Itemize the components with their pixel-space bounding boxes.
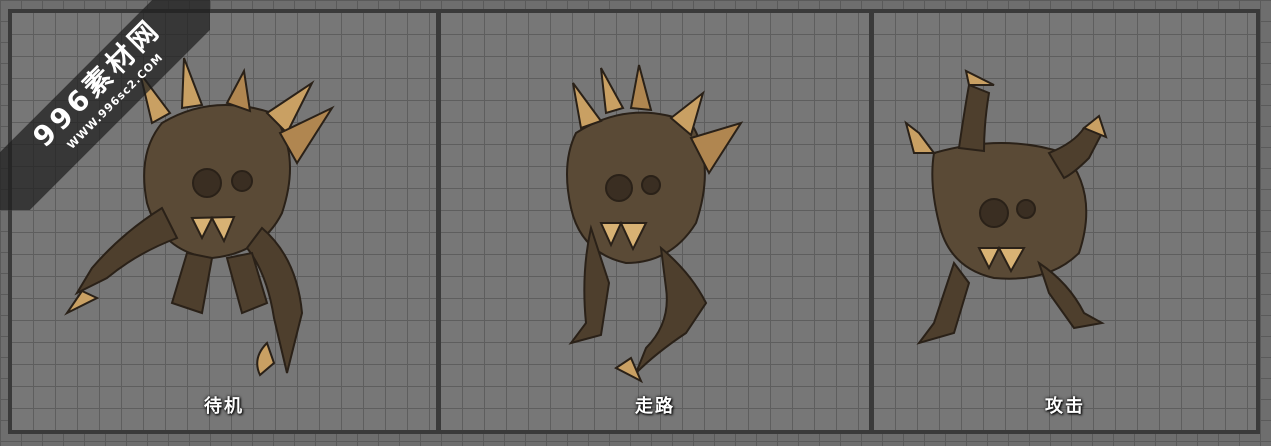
panel-label-walk: 走路: [635, 396, 675, 417]
panel-attack: 攻击: [869, 13, 1256, 430]
panel-walk: 走路: [436, 13, 869, 430]
creature-walk-sprite: [566, 64, 744, 384]
panel-label-idle: 待机: [204, 396, 244, 417]
animation-preview-stage: 待机 走路 攻击: [8, 9, 1260, 434]
panel-idle: 待机: [12, 13, 436, 430]
panel-label-attack: 攻击: [1045, 396, 1085, 417]
creature-idle-sprite: [64, 57, 335, 377]
creature-attack-sprite: [904, 69, 1108, 345]
